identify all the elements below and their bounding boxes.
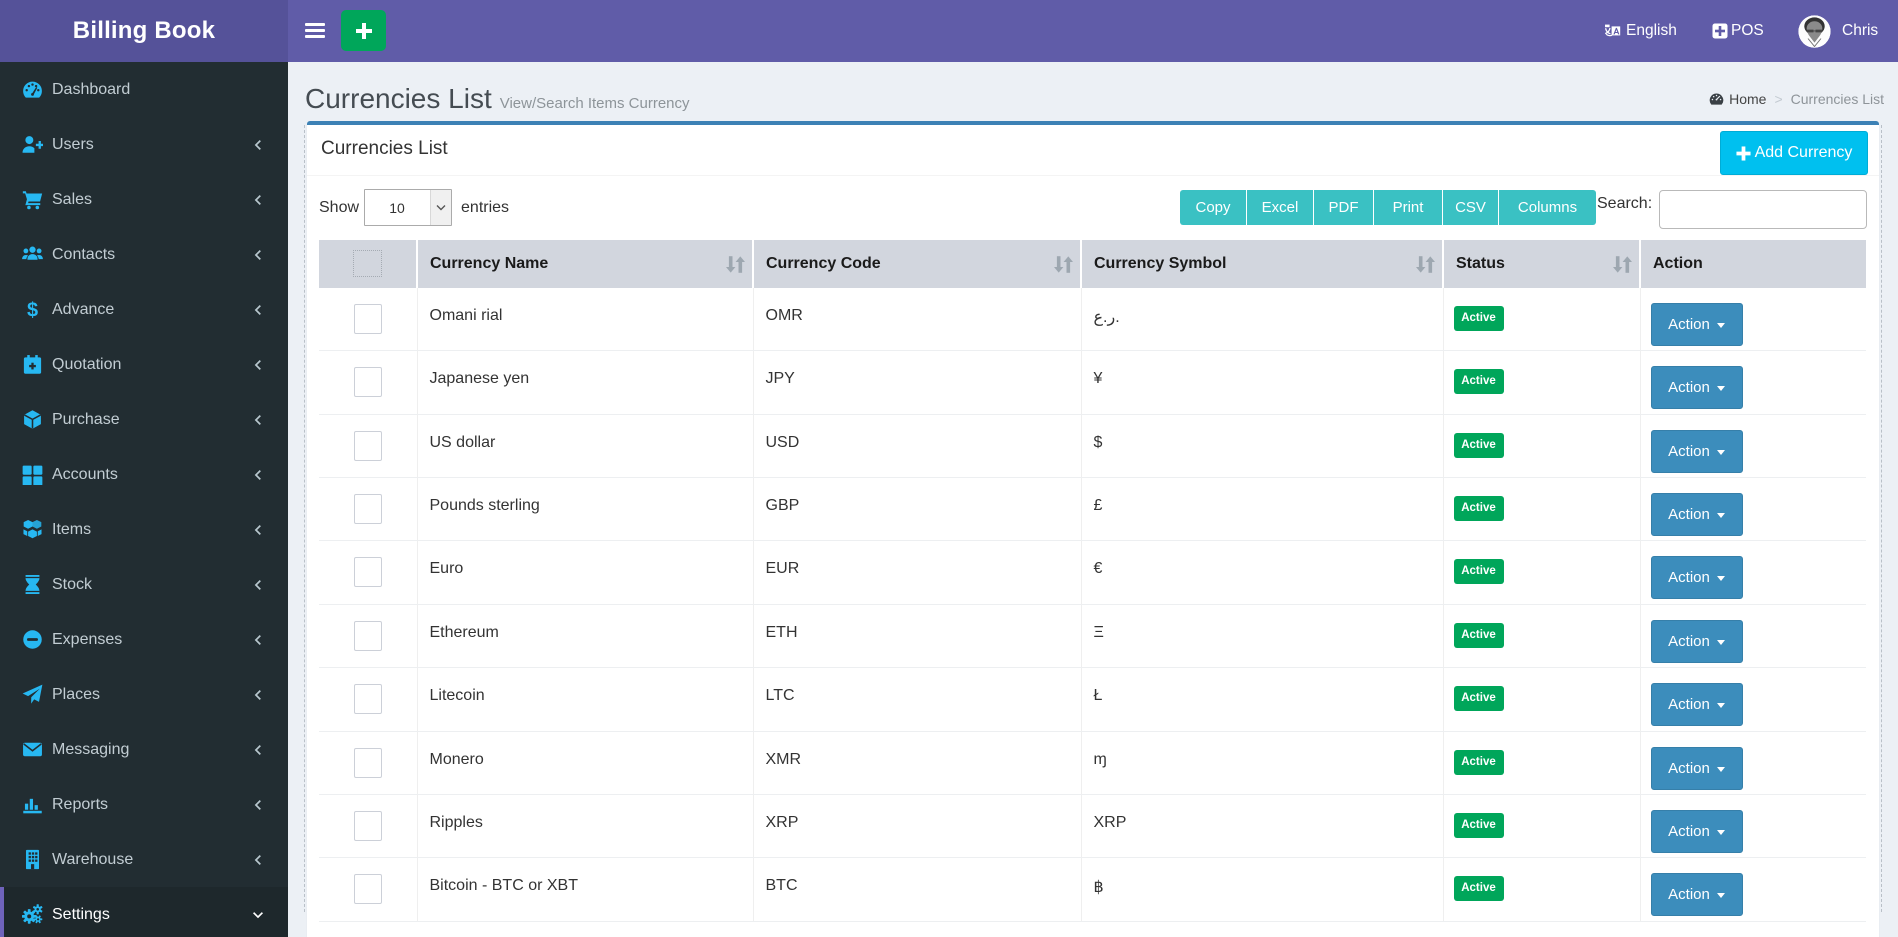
svg-text:$: $ <box>27 299 38 320</box>
